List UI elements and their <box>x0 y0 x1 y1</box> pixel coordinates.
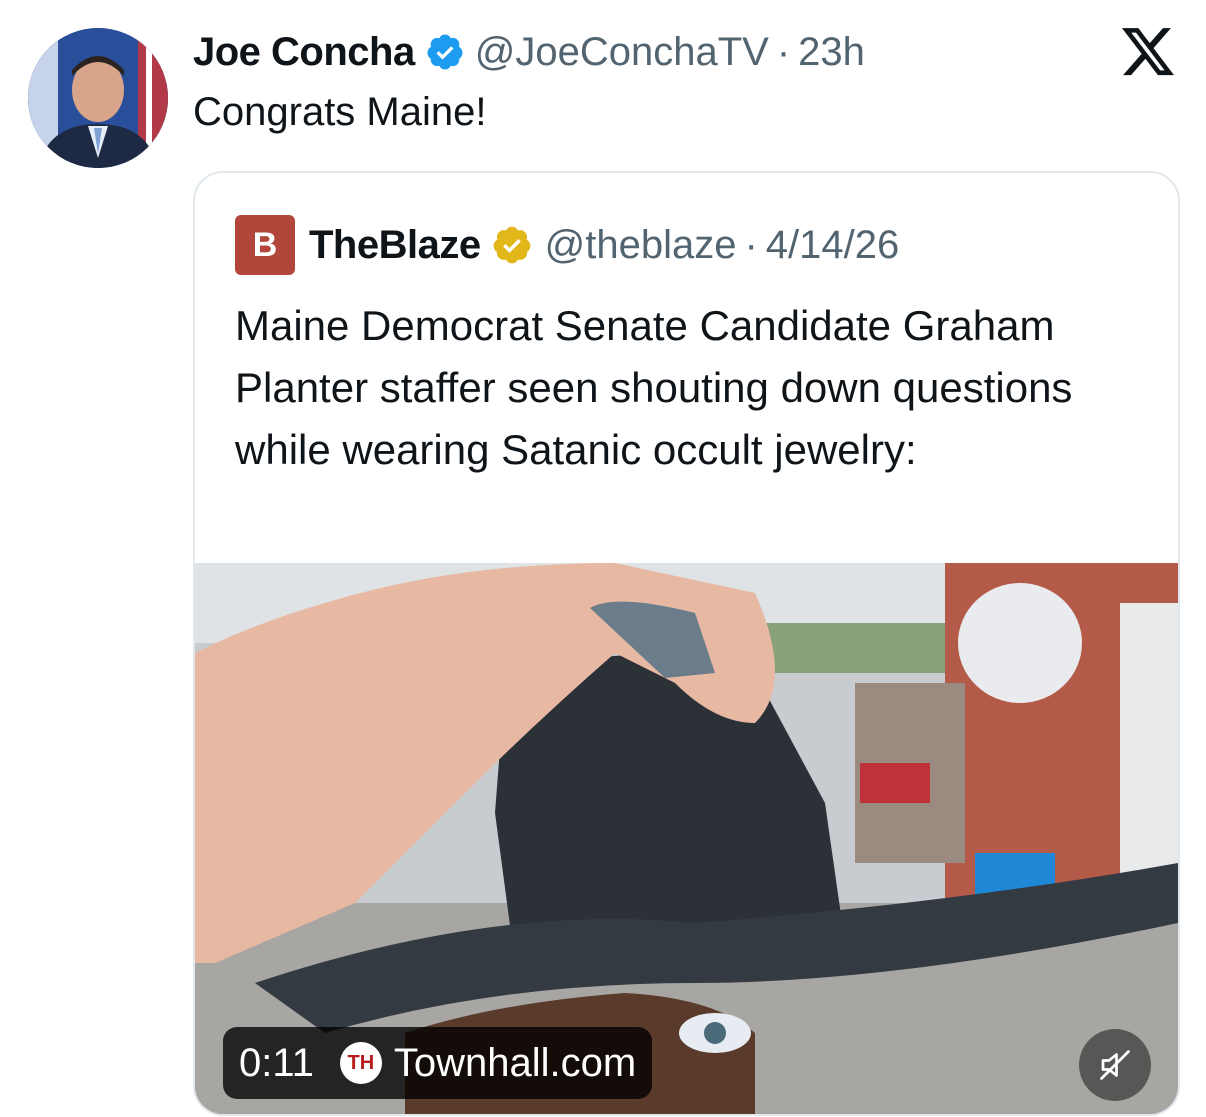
gold-verified-badge-icon <box>493 226 530 264</box>
video-info-pill: 0:11 TH Townhall.com <box>223 1027 653 1099</box>
verified-badge-icon <box>427 34 463 70</box>
author-handle[interactable]: @JoeConchaTV <box>475 30 769 75</box>
separator-dot: · <box>776 29 791 74</box>
theblaze-logo-icon: B <box>235 215 295 275</box>
speaker-muted-icon <box>1100 1050 1130 1080</box>
mute-button[interactable] <box>1079 1029 1151 1101</box>
author-avatar[interactable] <box>28 28 168 168</box>
tweet-text: Congrats Maine! <box>193 90 487 134</box>
video-duration: 0:11 <box>239 1040 314 1085</box>
x-logo-icon[interactable] <box>1122 28 1174 76</box>
quoted-tweet-date[interactable]: 4/14/26 <box>766 223 899 268</box>
author-name[interactable]: Joe Concha <box>193 30 415 75</box>
quoted-separator-dot: · <box>744 222 758 267</box>
video-source[interactable]: Townhall.com <box>394 1041 636 1086</box>
quoted-author-name[interactable]: TheBlaze <box>309 223 481 268</box>
quoted-tweet-text: Maine Democrat Senate Candidate Graham P… <box>235 302 1073 473</box>
video-player[interactable]: 0:11 TH Townhall.com <box>195 563 1178 1114</box>
quoted-tweet-header: B TheBlaze @theblaze · 4/14/26 <box>235 215 899 275</box>
tweet-header: Joe Concha @JoeConchaTV · 23h <box>193 26 865 78</box>
quoted-tweet-card[interactable]: B TheBlaze @theblaze · 4/14/26 Maine Dem… <box>193 171 1180 1116</box>
theblaze-logo-letter: B <box>252 225 278 264</box>
townhall-logo-icon: TH <box>339 1042 382 1084</box>
quoted-author-handle[interactable]: @theblaze <box>545 223 737 268</box>
avatar-image <box>28 28 168 168</box>
townhall-logo-text: TH <box>347 1051 375 1074</box>
tweet-time[interactable]: 23h <box>798 30 865 75</box>
